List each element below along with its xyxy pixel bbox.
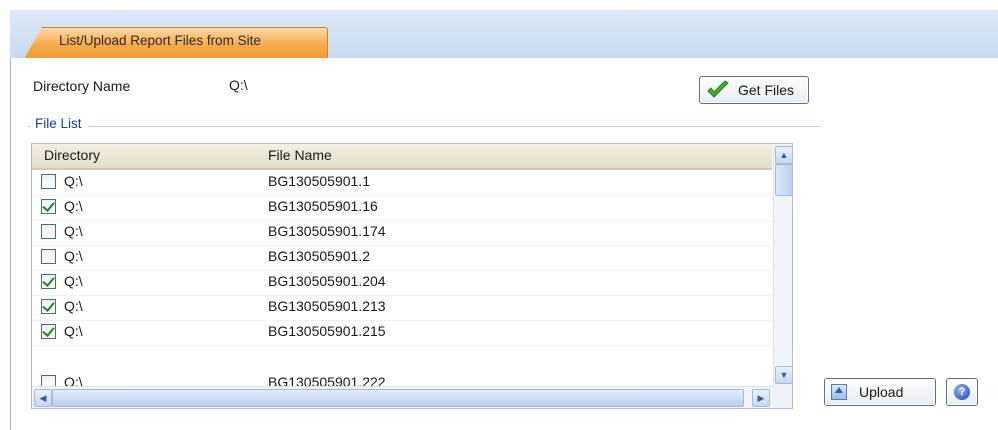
directory-name-value: Q:\ (229, 77, 248, 93)
table-row[interactable]: Q:\ BG130505901.222 (32, 345, 772, 390)
grid-header: Directory File Name (32, 144, 772, 170)
table-row[interactable]: Q:\ BG130505901.174 (32, 220, 772, 246)
cell-file-name: BG130505901.16 (268, 198, 378, 214)
horizontal-scrollbar[interactable]: ◀ ▶ (32, 386, 773, 408)
cell-file-name: BG130505901.1 (268, 173, 370, 189)
scroll-down-icon[interactable]: ▼ (775, 366, 792, 384)
cell-directory: Q:\ (64, 223, 83, 239)
file-list-title: File List (31, 116, 88, 131)
table-row[interactable]: Q:\ BG130505901.215 (32, 320, 772, 346)
column-header-file-name[interactable]: File Name (268, 147, 332, 163)
get-files-button[interactable]: Get Files (699, 76, 809, 104)
row-checkbox[interactable] (41, 199, 56, 214)
tab-strip: List/Upload Report Files from Site (10, 10, 998, 59)
scrollbar-corner (773, 386, 792, 408)
row-checkbox[interactable] (41, 249, 56, 264)
tab-label: List/Upload Report Files from Site (59, 33, 261, 48)
cell-directory: Q:\ (64, 173, 83, 189)
file-list-grid[interactable]: Directory File Name Q:\ BG130505901.1 Q:… (31, 143, 793, 409)
cell-directory: Q:\ (64, 323, 83, 339)
tab-list-upload[interactable]: List/Upload Report Files from Site (24, 27, 328, 59)
cell-directory: Q:\ (64, 298, 83, 314)
vertical-scroll-thumb[interactable] (775, 164, 792, 196)
upload-label: Upload (859, 384, 904, 400)
upload-button[interactable]: Upload (824, 378, 936, 406)
scroll-right-icon[interactable]: ▶ (752, 389, 770, 407)
cell-file-name: BG130505901.2 (268, 248, 370, 264)
row-checkbox[interactable] (41, 224, 56, 239)
horizontal-scroll-thumb[interactable] (52, 389, 744, 407)
row-checkbox[interactable] (41, 324, 56, 339)
table-row[interactable]: Q:\ BG130505901.2 (32, 245, 772, 271)
cell-directory: Q:\ (64, 273, 83, 289)
table-row[interactable]: Q:\ BG130505901.16 (32, 195, 772, 221)
cell-directory: Q:\ (64, 198, 83, 214)
app-window: List/Upload Report Files from Site Direc… (10, 10, 998, 430)
checkmark-icon (707, 80, 729, 98)
cell-file-name: BG130505901.174 (268, 223, 386, 239)
cell-file-name: BG130505901.215 (268, 323, 386, 339)
scroll-left-icon[interactable]: ◀ (34, 389, 52, 407)
row-checkbox[interactable] (41, 274, 56, 289)
cell-file-name: BG130505901.213 (268, 298, 386, 314)
table-row[interactable]: Q:\ BG130505901.204 (32, 270, 772, 296)
get-files-label: Get Files (738, 82, 795, 98)
help-button[interactable]: ? (946, 378, 978, 406)
tab-panel: Directory Name Q:\ Get Files File List D… (10, 58, 998, 430)
vertical-scrollbar[interactable]: ▲ ▼ (773, 144, 792, 386)
cell-file-name: BG130505901.204 (268, 273, 386, 289)
scroll-up-icon[interactable]: ▲ (775, 146, 792, 164)
directory-name-label: Directory Name (33, 78, 131, 94)
row-checkbox[interactable] (41, 299, 56, 314)
upload-icon (831, 384, 847, 400)
column-header-directory[interactable]: Directory (44, 147, 100, 163)
row-checkbox[interactable] (41, 174, 56, 189)
help-icon: ? (954, 384, 970, 400)
file-list-group (27, 126, 820, 128)
cell-directory: Q:\ (64, 248, 83, 264)
table-row[interactable]: Q:\ BG130505901.1 (32, 170, 772, 196)
table-row[interactable]: Q:\ BG130505901.213 (32, 295, 772, 321)
